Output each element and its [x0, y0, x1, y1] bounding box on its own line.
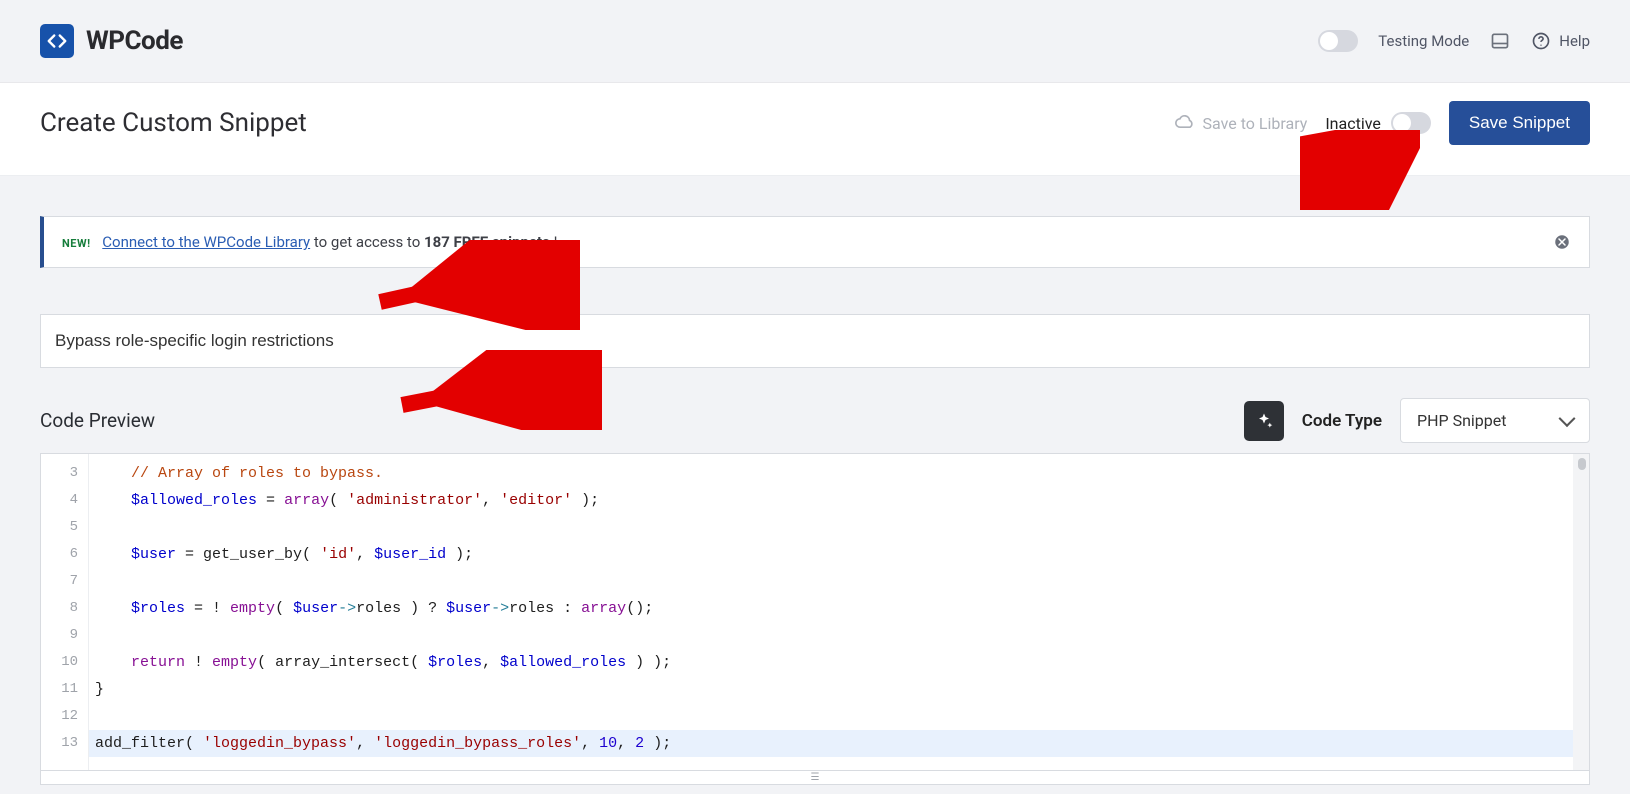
library-notice: NEW! Connect to the WPCode Library to ge…	[40, 216, 1590, 268]
library-notice-mid: to get access to	[314, 233, 424, 251]
brand-icon	[40, 24, 74, 58]
topbar-right: Testing Mode Help	[1318, 30, 1590, 52]
code-line[interactable]: return ! empty( array_intersect( $roles,…	[89, 649, 1589, 676]
code-area[interactable]: // Array of roles to bypass. $allowed_ro…	[89, 454, 1589, 770]
testing-mode-toggle[interactable]	[1318, 30, 1358, 52]
code-type-label: Code Type	[1302, 411, 1382, 431]
code-line[interactable]	[89, 568, 1589, 595]
code-preview-heading: Code Preview	[40, 409, 155, 432]
code-type-value: PHP Snippet	[1417, 411, 1506, 430]
editor-scrollbar[interactable]	[1573, 454, 1589, 770]
panel-icon[interactable]	[1489, 30, 1511, 52]
help-label: Help	[1559, 32, 1590, 50]
topbar: WPCode Testing Mode Help	[0, 0, 1630, 83]
library-connect-link[interactable]: Connect to the WPCode Library	[102, 233, 310, 251]
close-icon[interactable]	[1553, 233, 1571, 251]
editor-resize-handle[interactable]: ☰	[40, 771, 1590, 785]
help-button[interactable]: Help	[1531, 31, 1590, 51]
save-snippet-button[interactable]: Save Snippet	[1449, 101, 1590, 145]
page-header: Create Custom Snippet Save to Library In…	[0, 83, 1630, 176]
snippet-title-input[interactable]	[40, 314, 1590, 368]
active-toggle-wrap: Inactive	[1325, 112, 1431, 134]
code-gutter: 345678910111213	[41, 454, 89, 770]
save-to-library-label: Save to Library	[1203, 114, 1308, 133]
brand: WPCode	[40, 24, 183, 58]
code-line[interactable]: add_filter( 'loggedin_bypass', 'loggedin…	[89, 730, 1589, 757]
inactive-label: Inactive	[1325, 114, 1381, 133]
code-line[interactable]	[89, 703, 1589, 730]
library-notice-text: NEW! Connect to the WPCode Library to ge…	[62, 233, 557, 251]
code-line[interactable]	[89, 622, 1589, 649]
testing-mode-label: Testing Mode	[1378, 32, 1469, 50]
page-title: Create Custom Snippet	[40, 108, 307, 138]
code-type-select[interactable]: PHP Snippet	[1400, 398, 1590, 443]
brand-text: WPCode	[86, 26, 183, 56]
code-line[interactable]: }	[89, 676, 1589, 703]
new-badge: NEW!	[62, 237, 91, 250]
code-line[interactable]: $user = get_user_by( 'id', $user_id );	[89, 541, 1589, 568]
save-to-library-button[interactable]: Save to Library	[1175, 113, 1308, 133]
active-toggle[interactable]	[1391, 112, 1431, 134]
code-preview-header: Code Preview Code Type PHP Snippet	[40, 398, 1590, 443]
code-line[interactable]	[89, 514, 1589, 541]
content: NEW! Connect to the WPCode Library to ge…	[0, 176, 1630, 794]
ai-suggest-button[interactable]	[1244, 401, 1284, 441]
library-notice-tail: !	[554, 233, 558, 251]
library-notice-bold: 187 FREE snippets	[424, 233, 550, 251]
code-line[interactable]: $allowed_roles = array( 'administrator',…	[89, 487, 1589, 514]
header-actions: Save to Library Inactive Save Snippet	[1175, 101, 1590, 145]
code-editor[interactable]: 345678910111213 // Array of roles to byp…	[40, 453, 1590, 771]
code-line[interactable]: // Array of roles to bypass.	[89, 460, 1589, 487]
code-line[interactable]: $roles = ! empty( $user->roles ) ? $user…	[89, 595, 1589, 622]
